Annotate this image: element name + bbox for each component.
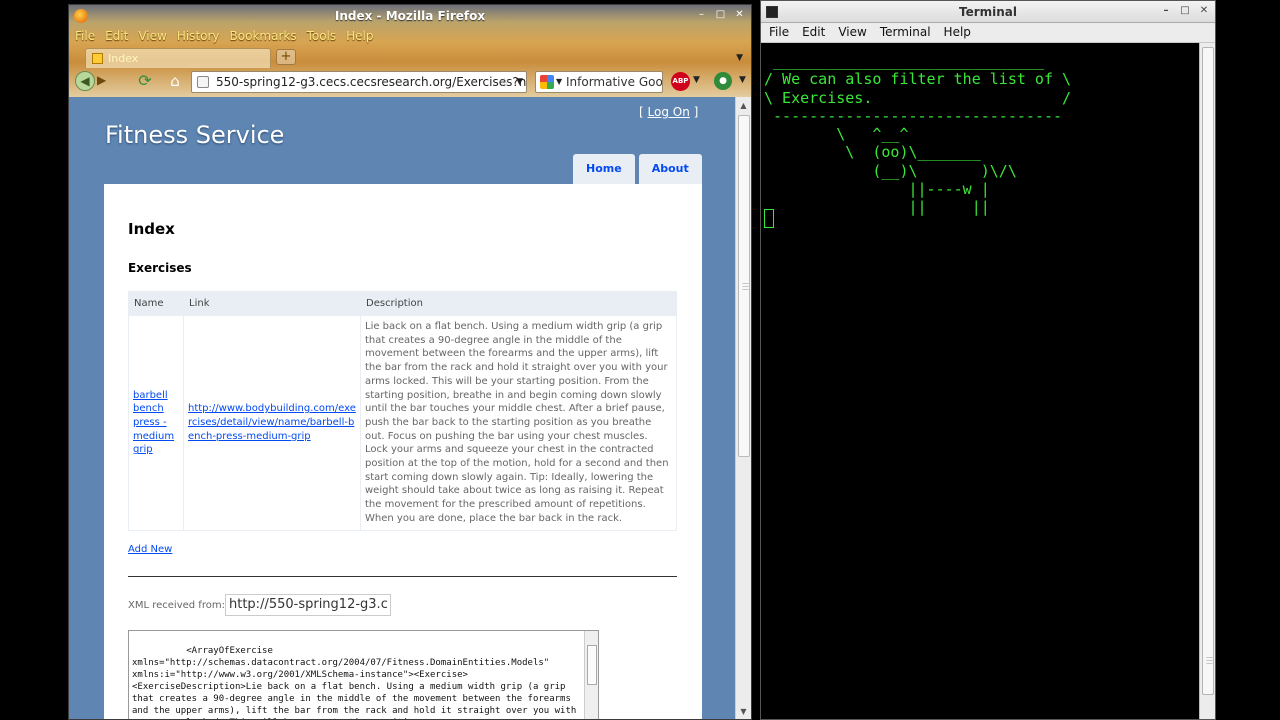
menu-help[interactable]: Help — [944, 23, 979, 42]
table-header-row: Name Link Description — [128, 291, 677, 316]
search-engine-label: Informative Goog — [566, 75, 663, 89]
scroll-up-icon[interactable]: ▲ — [736, 99, 751, 113]
menu-edit[interactable]: Edit — [105, 29, 128, 43]
menu-help[interactable]: Help — [346, 29, 373, 43]
menu-bar: File Edit View History Bookmarks Tools H… — [75, 29, 374, 43]
terminal-window: Terminal – □ ✕ File Edit View Terminal H… — [760, 0, 1216, 720]
menu-view[interactable]: View — [838, 23, 874, 42]
exercise-url-link[interactable]: http://www.bodybuilding.com/exercises/de… — [188, 403, 356, 441]
tab-index[interactable]: Index — [85, 48, 271, 68]
menu-terminal[interactable]: Terminal — [880, 23, 939, 42]
extension-status-icon[interactable]: ● — [714, 72, 732, 90]
url-history-dropdown-icon[interactable]: ▼ — [516, 72, 523, 92]
menu-file[interactable]: File — [75, 29, 95, 43]
site-title: Fitness Service — [105, 121, 285, 149]
adblock-dropdown-icon[interactable]: ▼ — [693, 75, 700, 85]
site-identity-icon[interactable] — [197, 76, 209, 88]
home-icon[interactable]: ⌂ — [165, 71, 185, 91]
terminal-title: Terminal — [958, 5, 1018, 19]
terminal-titlebar: Terminal – □ ✕ — [761, 1, 1215, 23]
terminal-scrollbar[interactable]: — — — — [1199, 43, 1215, 719]
url-text: 550-spring12-g3.cecs.cecsresearch.org/Ex… — [216, 75, 527, 89]
nav-about-link[interactable]: About — [638, 154, 702, 184]
xml-text: <ArrayOfExercise xmlns="http://schemas.d… — [132, 646, 577, 719]
terminal-cursor — [764, 209, 774, 228]
page-scrollbar[interactable]: ▲ — — — ▼ — [735, 97, 751, 719]
textarea-scrollbar[interactable] — [584, 631, 598, 719]
bookmark-star-icon[interactable]: ☆ — [499, 72, 510, 92]
new-tab-button[interactable]: + — [276, 49, 296, 65]
menu-edit[interactable]: Edit — [802, 23, 833, 42]
column-header-name: Name — [128, 291, 184, 316]
page-viewport: [ Log On ] Fitness Service Home About In… — [69, 97, 735, 719]
menu-view[interactable]: View — [138, 29, 166, 43]
column-header-description: Description — [360, 291, 677, 316]
forward-button[interactable]: ▶ — [97, 73, 106, 87]
scroll-down-icon[interactable]: ▼ — [736, 705, 751, 719]
menu-history[interactable]: History — [177, 29, 220, 43]
minimize-icon[interactable]: – — [1161, 5, 1171, 17]
firefox-toolbar-area: Index - Mozilla Firefox – □ ✕ File Edit … — [69, 5, 751, 97]
back-button[interactable]: ◀ — [75, 71, 95, 91]
terminal-menu-bar: File Edit View Terminal Help — [761, 23, 1215, 43]
cell-name: barbell bench press - medium grip — [128, 315, 184, 531]
cell-link: http://www.bodybuilding.com/exercises/de… — [183, 315, 361, 531]
table-row: barbell bench press - medium grip http:/… — [128, 315, 677, 531]
close-icon[interactable]: ✕ — [1199, 5, 1209, 17]
exercises-table: Name Link Description barbell bench pres… — [128, 291, 677, 531]
logon-bracket-close: ] — [693, 105, 699, 119]
nav-home-link[interactable]: Home — [573, 154, 635, 184]
menu-bookmarks[interactable]: Bookmarks — [230, 29, 297, 43]
minimize-icon[interactable]: – — [696, 9, 707, 21]
close-icon[interactable]: ✕ — [734, 9, 745, 21]
url-bar[interactable]: 550-spring12-g3.cecs.cecsresearch.org/Ex… — [191, 71, 527, 93]
search-bar[interactable]: ▼ Informative Goog — [535, 71, 663, 93]
add-new-link[interactable]: Add New — [128, 544, 172, 555]
list-all-tabs-icon[interactable]: ▼ — [736, 53, 743, 63]
page-scroll-thumb[interactable]: — — — — [738, 115, 750, 457]
cell-description: Lie back on a flat bench. Using a medium… — [360, 315, 677, 531]
terminal-app-icon[interactable] — [766, 6, 778, 18]
section-title: Exercises — [128, 261, 192, 275]
xml-source-label: XML received from: — [128, 600, 225, 611]
exercise-name-link[interactable]: barbell bench press - medium grip — [133, 390, 174, 456]
desktop: Index - Mozilla Firefox – □ ✕ File Edit … — [0, 0, 1280, 720]
cowsay-output: ______________________________ / We can … — [764, 52, 1072, 217]
page-title: Index — [128, 220, 175, 238]
terminal-scroll-thumb[interactable]: — — — — [1202, 47, 1214, 695]
menu-tools[interactable]: Tools — [307, 29, 337, 43]
logon-bracket-open: [ — [639, 105, 644, 119]
google-search-engine-icon[interactable] — [540, 75, 554, 89]
terminal-output-area[interactable]: ______________________________ / We can … — [761, 43, 1199, 719]
log-on-link[interactable]: Log On — [648, 105, 690, 119]
xml-source-input[interactable]: http://550-spring12-g3.c — [225, 594, 391, 616]
firefox-window: Index - Mozilla Firefox – □ ✕ File Edit … — [68, 4, 752, 720]
window-title: Index - Mozilla Firefox — [334, 9, 486, 23]
textarea-scroll-thumb[interactable] — [587, 645, 597, 685]
page-favicon-icon — [92, 53, 103, 64]
maximize-icon[interactable]: □ — [715, 9, 726, 21]
maximize-icon[interactable]: □ — [1180, 5, 1190, 17]
tab-title: Index — [108, 52, 139, 65]
chevron-down-icon[interactable]: ▼ — [556, 72, 562, 92]
logon-area: [ Log On ] — [639, 105, 698, 119]
extension-dropdown-icon[interactable]: ▼ — [739, 75, 746, 85]
site-nav: Home About — [573, 154, 702, 184]
column-header-link: Link — [183, 291, 361, 316]
menu-file[interactable]: File — [769, 23, 797, 42]
main-content: Index Exercises Name Link Description ba… — [104, 184, 702, 719]
xml-textarea[interactable]: <ArrayOfExercise xmlns="http://schemas.d… — [128, 630, 599, 719]
reload-icon[interactable]: ⟳ — [135, 71, 155, 91]
adblock-plus-icon[interactable]: ABP — [671, 72, 690, 91]
divider — [128, 576, 677, 577]
